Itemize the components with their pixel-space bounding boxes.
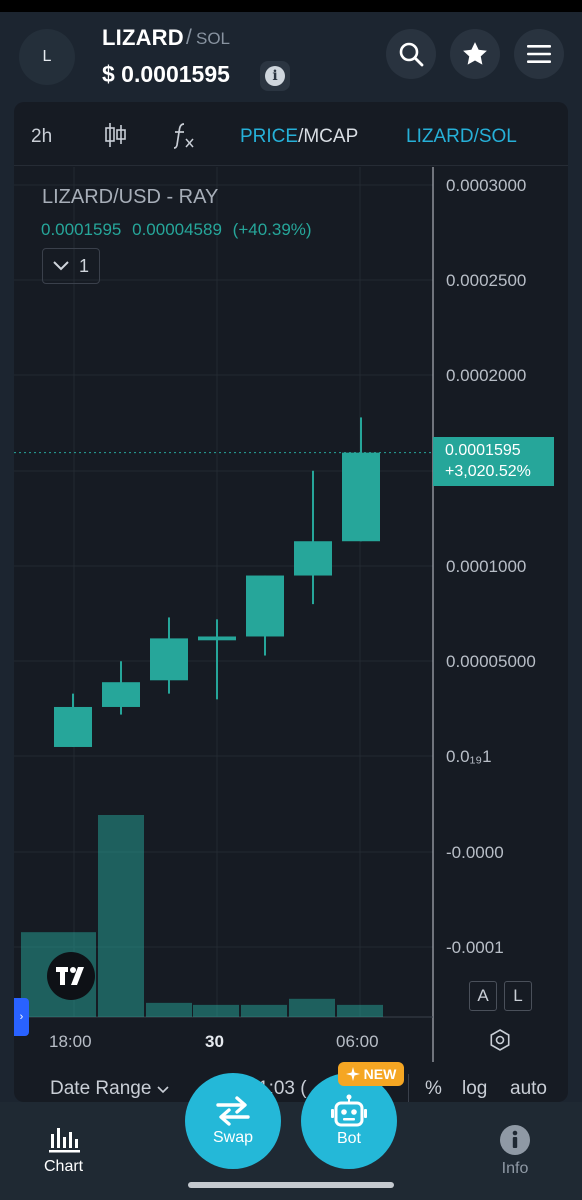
- legend-title: LIZARD/USD - RAY: [42, 186, 219, 208]
- bot-label: Bot: [336, 1130, 361, 1147]
- home-indicator: [188, 1182, 394, 1188]
- indicators-icon[interactable]: [168, 120, 198, 150]
- pair-quote: SOL: [196, 29, 231, 48]
- volume-bar: [337, 1004, 383, 1017]
- price-mcap-toggle[interactable]: PRICE/MCAP: [240, 126, 358, 148]
- divider: [408, 1074, 409, 1102]
- last-price-tag: 0.0001595 +3,020.52%: [433, 437, 554, 486]
- candle-body: [150, 638, 188, 681]
- y-tick-label: -0.0001: [446, 938, 504, 957]
- token-name: LIZARD: [102, 25, 184, 50]
- y-tick-label: 0.0002500: [446, 271, 526, 290]
- volume-bar: [146, 1002, 192, 1017]
- last-price-change: +3,020.52%: [445, 463, 531, 480]
- menu-button[interactable]: [514, 29, 564, 79]
- swap-label: Swap: [212, 1129, 254, 1146]
- price-option[interactable]: PRICE: [240, 126, 298, 147]
- candle-body: [198, 636, 236, 641]
- date-range-button[interactable]: Date Range: [50, 1078, 169, 1100]
- auto-button[interactable]: auto: [510, 1078, 547, 1100]
- avatar-letter: L: [42, 48, 52, 65]
- favorite-button[interactable]: [450, 29, 500, 79]
- interval-selector[interactable]: 2h: [31, 126, 52, 148]
- y-tick-label: 0.00005000: [446, 652, 536, 671]
- nav-chart-label: Chart: [44, 1158, 84, 1175]
- y-tick-label: 0.0001000: [446, 557, 526, 576]
- nav-info[interactable]: Info: [499, 1124, 531, 1178]
- token-price: $ 0.0001595: [102, 61, 230, 87]
- chart-panel: 2h PRICE/MCAP LIZARD/SOL 0.0003000 0.0002…: [14, 102, 568, 1102]
- volume-bar: [241, 1004, 287, 1017]
- price-info-button[interactable]: i: [260, 61, 290, 91]
- star-icon: [463, 42, 487, 65]
- chevron-down-icon: [157, 1086, 169, 1094]
- log-scale-button[interactable]: L: [504, 981, 532, 1011]
- info-circle-icon: [500, 1125, 530, 1155]
- token-header: L LIZARD / SOL $ 0.0001595 i: [0, 12, 582, 100]
- status-bar: [0, 0, 582, 12]
- token-avatar[interactable]: L: [19, 29, 75, 85]
- volume-bar: [193, 1004, 239, 1017]
- info-icon: i: [265, 66, 285, 86]
- log-button[interactable]: log: [462, 1078, 487, 1100]
- pair-toggle[interactable]: LIZARD/SOL: [406, 126, 517, 148]
- legend-last: 0.0001595: [41, 220, 122, 239]
- chart-settings-icon[interactable]: [488, 1028, 512, 1052]
- y-tick-label: 0.0003000: [446, 176, 526, 195]
- y-tick-label: 0.0₁₉1: [446, 747, 492, 766]
- auto-scale-button[interactable]: A: [469, 981, 497, 1011]
- candle-body: [54, 706, 92, 747]
- indicator-count: 1: [78, 255, 89, 276]
- mcap-option[interactable]: MCAP: [303, 126, 358, 147]
- candlestick-chart[interactable]: 0.0003000 0.0002500 0.0002000 0.0001000 0.00…: [14, 167, 568, 1102]
- tradingview-icon: [56, 967, 84, 985]
- menu-icon: [527, 45, 551, 63]
- swap-arrows-icon: [216, 1096, 250, 1126]
- chart-toolbar: 2h PRICE/MCAP LIZARD/SOL: [14, 102, 568, 166]
- bar-chart-icon: [48, 1128, 80, 1153]
- drawing-panel-toggle[interactable]: ›: [14, 998, 29, 1036]
- percent-scale-button[interactable]: %: [425, 1078, 442, 1100]
- candle-type-icon[interactable]: [100, 120, 130, 150]
- nav-chart[interactable]: Chart: [44, 1124, 83, 1176]
- sparkle-icon: [345, 1067, 360, 1081]
- volume-bar: [289, 998, 335, 1017]
- swap-button[interactable]: Swap: [185, 1073, 281, 1169]
- candle-body: [246, 575, 284, 637]
- date-range-label: Date Range: [50, 1078, 152, 1099]
- x-tick-label: 18:00: [49, 1032, 92, 1051]
- search-button[interactable]: [386, 29, 436, 79]
- x-tick-label: 30: [205, 1032, 224, 1051]
- pair-separator: /: [186, 26, 192, 49]
- robot-icon: [331, 1094, 367, 1127]
- y-tick-label: -0.0000: [446, 843, 504, 862]
- nav-info-label: Info: [501, 1160, 529, 1177]
- y-tick-label: 0.0002000: [446, 366, 526, 385]
- indicator-collapse-button[interactable]: 1: [42, 248, 100, 284]
- legend-values: 0.0001595 0.00004589 (+40.39%): [41, 220, 318, 240]
- legend-change-pct: (+40.39%): [232, 220, 312, 239]
- candle-body: [342, 452, 380, 542]
- candle-body: [294, 541, 332, 576]
- candle-body: [102, 682, 140, 707]
- search-icon: [399, 42, 424, 67]
- volume-bar: [98, 815, 144, 1017]
- new-badge-label: NEW: [363, 1066, 397, 1082]
- chevron-down-icon: [53, 261, 69, 271]
- legend-change-abs: 0.00004589: [132, 220, 222, 239]
- last-price-value: 0.0001595: [445, 442, 521, 459]
- x-tick-label: 06:00: [336, 1032, 379, 1051]
- tradingview-logo[interactable]: [47, 952, 95, 1000]
- bot-button[interactable]: Bot: [301, 1073, 397, 1169]
- new-badge: NEW: [338, 1062, 404, 1086]
